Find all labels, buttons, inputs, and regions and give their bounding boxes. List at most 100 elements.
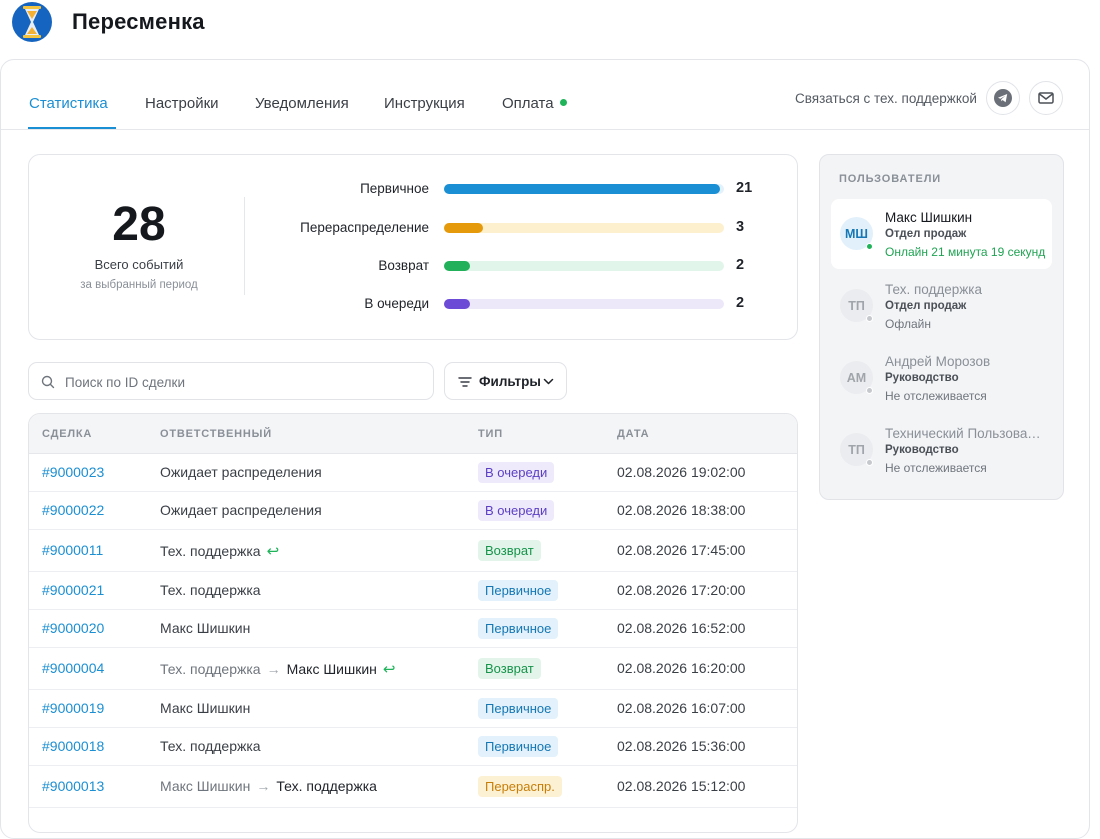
stat-bar-fill: [444, 184, 720, 194]
user-card[interactable]: МШ Макс Шишкин Отдел продаж Онлайн 21 минут…: [831, 199, 1052, 269]
responsible-name: Тех. поддержка: [160, 582, 261, 598]
deal-link[interactable]: #9000022: [42, 502, 104, 518]
users-panel: ПОЛЬЗОВАТЕЛИ МШ Макс Шишкин Отдел продаж Он…: [819, 154, 1064, 500]
deal-link[interactable]: #9000013: [42, 778, 104, 794]
type-badge: Первичное: [478, 580, 559, 601]
date-cell: 02.08.2026 16:20:00: [617, 660, 746, 676]
total-events-label: Всего событий: [94, 257, 184, 272]
user-status: Онлайн 21 минута 19 секунд: [885, 245, 1046, 259]
responsible-cell: Тех. поддержка: [160, 738, 261, 754]
stat-row: Перераспределение 3: [249, 218, 779, 238]
stat-label: Возврат: [378, 258, 429, 273]
user-name: Тех. поддержка: [885, 282, 982, 297]
stat-bar-track: [444, 184, 724, 194]
stat-label: Перераспределение: [300, 220, 429, 235]
deals-table: СДЕЛКА ОТВЕТСТВЕННЫЙ ТИП ДАТА #9000023 Ож…: [28, 413, 798, 833]
deal-link[interactable]: #9000021: [42, 582, 104, 598]
type-badge: Первичное: [478, 618, 559, 639]
responsible-cell: Макс Шишкин: [160, 620, 250, 636]
responsible-to: Макс Шишкин: [286, 661, 377, 677]
presence-dot: [866, 459, 873, 466]
table-row[interactable]: #9000004 Тех. поддержка → Макс Шишкин ↩ Возвр…: [29, 648, 797, 690]
responsible-to: Тех. поддержка: [276, 778, 377, 794]
user-status: Не отслеживается: [885, 461, 987, 475]
support-link[interactable]: Связаться с тех. поддержкой: [795, 91, 977, 106]
stats-panel: 28 Всего событий за выбранный период Пер…: [28, 154, 798, 340]
date-cell: 02.08.2026 15:36:00: [617, 738, 746, 754]
table-row[interactable]: #9000022 Ожидает распределения В очереди 02…: [29, 492, 797, 530]
table-row[interactable]: #9000013 Макс Шишкин → Тех. поддержка Перера…: [29, 766, 797, 808]
deal-link[interactable]: #9000020: [42, 620, 104, 636]
telegram-button[interactable]: [986, 81, 1020, 115]
tab-payment[interactable]: Оплата: [502, 95, 567, 112]
stat-row: Первичное 21: [249, 179, 779, 199]
responsible-name: Макс Шишкин: [160, 620, 251, 636]
tab-settings[interactable]: Настройки: [145, 95, 219, 112]
mail-button[interactable]: [1029, 81, 1063, 115]
stat-value: 3: [736, 219, 745, 235]
stat-bar-fill: [444, 223, 483, 233]
responsible-name: Макс Шишкин: [160, 700, 251, 716]
payment-status-dot: [559, 99, 567, 106]
user-status: Не отслеживается: [885, 389, 987, 403]
date-cell: 02.08.2026 16:07:00: [617, 700, 746, 716]
user-card[interactable]: ТП Тех. поддержка Отдел продаж Офлайн: [831, 271, 1052, 341]
table-row[interactable]: #9000018 Тех. поддержка Первичное 02.08.202…: [29, 728, 797, 766]
table-row[interactable]: #9000011 Тех. поддержка ↩ Возврат 02.08.2026…: [29, 530, 797, 572]
presence-dot: [866, 315, 873, 322]
deal-link[interactable]: #9000019: [42, 700, 104, 716]
stat-row: В очереди 2: [249, 294, 779, 314]
user-name: Макс Шишкин: [885, 210, 973, 225]
search-input[interactable]: [65, 372, 415, 392]
table-row[interactable]: #9000023 Ожидает распределения В очереди 02…: [29, 454, 797, 492]
type-badge: Первичное: [478, 698, 559, 719]
stat-bar-track: [444, 261, 724, 271]
responsible-from: Тех. поддержка: [160, 661, 261, 677]
chevron-down-icon: [543, 378, 554, 385]
filter-icon: [458, 377, 472, 387]
date-cell: 02.08.2026 18:38:00: [617, 502, 746, 518]
hourglass-logo-icon: [12, 2, 52, 42]
stat-value: 2: [736, 257, 745, 273]
column-header-type: ТИП: [478, 428, 503, 440]
date-cell: 02.08.2026 17:45:00: [617, 542, 746, 558]
deal-link[interactable]: #9000011: [42, 542, 103, 558]
deal-link[interactable]: #9000023: [42, 464, 104, 480]
responsible-name: Ожидает распределения: [160, 502, 322, 518]
table-row[interactable]: #9000021 Тех. поддержка Первичное 02.08.202…: [29, 572, 797, 610]
main-card: Статистика Настройки Уведомления Инструк…: [0, 59, 1090, 839]
user-card[interactable]: ТП Технический Пользователь Руководство Не …: [831, 415, 1052, 485]
date-cell: 02.08.2026 17:20:00: [617, 582, 746, 598]
type-badge: Перераспр.: [478, 776, 562, 797]
deal-link[interactable]: #9000004: [42, 660, 104, 676]
stat-bar-fill: [444, 261, 470, 271]
tab-statistics[interactable]: Статистика: [29, 95, 108, 112]
responsible-cell: Тех. поддержка ↩: [160, 542, 279, 560]
stat-bar-track: [444, 299, 724, 309]
table-row[interactable]: #9000020 Макс Шишкин Первичное 02.08.2026 1…: [29, 610, 797, 648]
tab-payment-label: Оплата: [502, 95, 554, 112]
column-header-date: ДАТА: [617, 428, 650, 440]
user-card[interactable]: АМ Андрей Морозов Руководство Не отслеживае…: [831, 343, 1052, 413]
arrow-right-icon: →: [256, 778, 271, 794]
total-events-period: за выбранный период: [80, 279, 198, 291]
stat-bar-fill: [444, 299, 470, 309]
search-icon: [41, 375, 55, 389]
date-cell: 02.08.2026 19:02:00: [617, 464, 746, 480]
search-box[interactable]: [28, 362, 434, 400]
responsible-name: Тех. поддержка: [160, 543, 261, 559]
user-department: Руководство: [885, 444, 959, 456]
stat-label: Первичное: [360, 181, 429, 196]
table-row[interactable]: #9000019 Макс Шишкин Первичное 02.08.2026 1…: [29, 690, 797, 728]
filters-button[interactable]: Фильтры: [444, 362, 567, 400]
type-badge: Возврат: [478, 540, 541, 561]
telegram-icon: [994, 89, 1012, 107]
tab-notifications[interactable]: Уведомления: [255, 95, 349, 112]
deal-link[interactable]: #9000018: [42, 738, 104, 754]
app-header: Пересменка: [0, 0, 1100, 48]
date-cell: 02.08.2026 16:52:00: [617, 620, 746, 636]
stat-value: 21: [736, 180, 753, 196]
tab-instructions[interactable]: Инструкция: [384, 95, 465, 112]
presence-dot: [866, 387, 873, 394]
table-header: СДЕЛКА ОТВЕТСТВЕННЫЙ ТИП ДАТА: [29, 414, 797, 454]
